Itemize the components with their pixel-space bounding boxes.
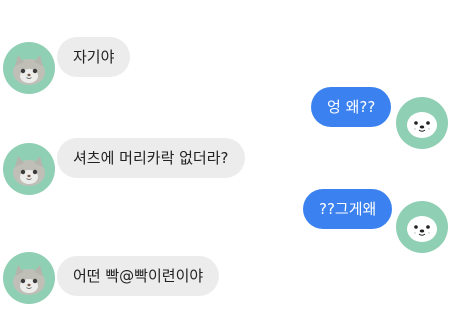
cat-face-icon [13,265,45,295]
seal-face-icon [407,112,437,138]
message-bubble-4[interactable]: ??그게왜 [303,189,393,229]
seal-avatar[interactable] [396,201,448,253]
cat-avatar[interactable] [3,42,55,94]
message-bubble-5[interactable]: 어떤 빡@빡이련이야 [57,256,220,296]
cat-avatar[interactable] [3,252,55,304]
chat-window: 자기야 엉 왜?? 셔츠에 머리카락 없더라? ??그게왜 어떤 빡@빡이련이야 [0,0,453,321]
message-bubble-3[interactable]: 셔츠에 머리카락 없더라? [57,138,245,178]
cat-face-icon [13,55,45,85]
message-text: 엉 왜?? [327,98,376,116]
message-text: 셔츠에 머리카락 없더라? [73,149,229,167]
seal-avatar[interactable] [396,97,448,149]
message-bubble-2[interactable]: 엉 왜?? [311,87,392,127]
message-text: 어떤 빡@빡이련이야 [73,267,204,285]
message-text: 자기야 [73,48,115,66]
cat-avatar[interactable] [3,143,55,195]
message-bubble-1[interactable]: 자기야 [57,37,131,77]
cat-face-icon [13,156,45,186]
message-text: ??그게왜 [319,200,377,218]
seal-face-icon [407,216,437,242]
